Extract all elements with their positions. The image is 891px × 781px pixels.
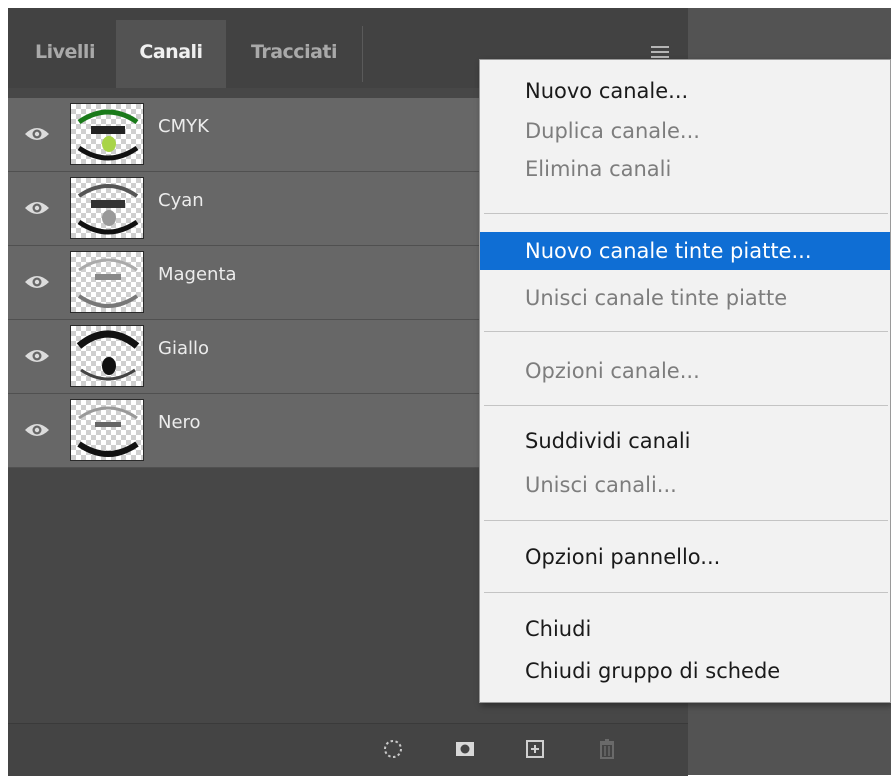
tab-tracciati[interactable]: Tracciati bbox=[226, 20, 362, 88]
trash-icon[interactable] bbox=[596, 738, 618, 760]
save-selection-icon[interactable] bbox=[454, 738, 476, 760]
menu-separator bbox=[484, 405, 888, 406]
menu-item-chiudi[interactable]: Chiudi bbox=[480, 610, 890, 648]
load-selection-icon[interactable] bbox=[382, 738, 404, 760]
menu-separator bbox=[484, 331, 888, 332]
channel-name: CMYK bbox=[158, 116, 209, 137]
channel-name: Magenta bbox=[158, 264, 237, 285]
menu-separator bbox=[484, 213, 888, 214]
channel-name: Cyan bbox=[158, 190, 204, 211]
channel-thumbnail-giallo bbox=[70, 325, 144, 387]
menu-item-suddividi-canali[interactable]: Suddividi canali bbox=[480, 422, 890, 460]
menu-item-duplica-canale[interactable]: Duplica canale... bbox=[480, 112, 890, 150]
app-window: Livelli Canali Tracciati CMYK Cyan Magen… bbox=[0, 0, 891, 781]
menu-item-opzioni-canale[interactable]: Opzioni canale... bbox=[480, 352, 890, 390]
tab-divider bbox=[362, 26, 363, 82]
screenshot-border-left bbox=[0, 0, 8, 781]
screenshot-border-top bbox=[0, 0, 891, 8]
channel-thumbnail-cmyk bbox=[70, 103, 144, 165]
eye-icon[interactable] bbox=[24, 274, 50, 290]
menu-item-unisci-canali[interactable]: Unisci canali... bbox=[480, 466, 890, 504]
channel-thumbnail-cyan bbox=[70, 177, 144, 239]
tab-livelli[interactable]: Livelli bbox=[14, 20, 116, 88]
menu-item-nuovo-canale[interactable]: Nuovo canale... bbox=[480, 72, 890, 110]
eye-icon[interactable] bbox=[24, 200, 50, 216]
channel-name: Nero bbox=[158, 412, 201, 433]
channel-thumbnail-magenta bbox=[70, 251, 144, 313]
menu-item-opzioni-pannello[interactable]: Opzioni pannello... bbox=[480, 538, 890, 576]
menu-item-unisci-canale-tinte-piatte[interactable]: Unisci canale tinte piatte bbox=[480, 279, 890, 317]
menu-item-chiudi-gruppo-di-schede[interactable]: Chiudi gruppo di schede bbox=[480, 652, 890, 690]
menu-item-elimina-canali[interactable]: Elimina canali bbox=[480, 150, 890, 188]
eye-icon[interactable] bbox=[24, 422, 50, 438]
panel-footer bbox=[8, 723, 688, 776]
new-channel-icon[interactable] bbox=[524, 738, 546, 760]
channel-thumbnail-nero bbox=[70, 399, 144, 461]
menu-separator bbox=[484, 520, 888, 521]
panel-menu-icon[interactable] bbox=[651, 46, 673, 60]
channel-name: Giallo bbox=[158, 338, 209, 359]
menu-item-nuovo-canale-tinte-piatte[interactable]: Nuovo canale tinte piatte... bbox=[480, 232, 890, 270]
channels-panel-menu: Nuovo canale... Duplica canale... Elimin… bbox=[479, 59, 891, 703]
tab-canali[interactable]: Canali bbox=[116, 20, 226, 88]
eye-icon[interactable] bbox=[24, 126, 50, 142]
eye-icon[interactable] bbox=[24, 348, 50, 364]
menu-separator bbox=[484, 592, 888, 593]
